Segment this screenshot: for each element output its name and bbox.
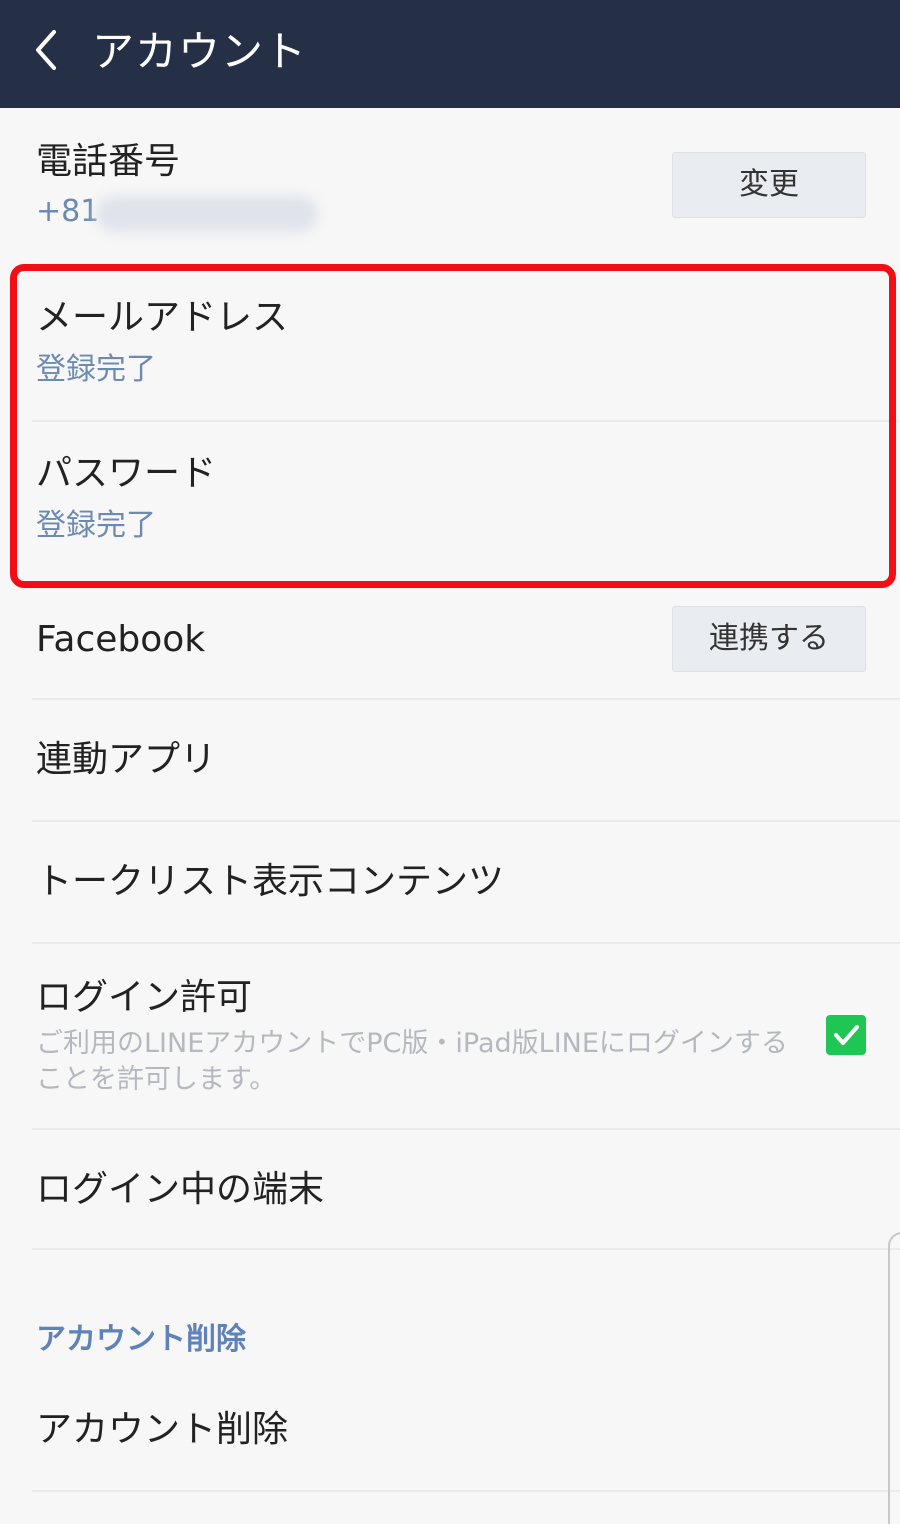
facebook-row: Facebook 連携する (0, 584, 900, 698)
email-title: メールアドレス (36, 297, 289, 338)
password-title: パスワード (36, 453, 217, 494)
app-header: アカウント (0, 0, 900, 108)
account-delete-title: アカウント削除 (36, 1409, 289, 1450)
phone-number-value: +81 (36, 194, 100, 229)
divider (32, 1248, 900, 1250)
linked-apps-row[interactable]: 連動アプリ (0, 700, 900, 820)
page-title: アカウント (92, 27, 308, 76)
email-status: 登録完了 (36, 352, 156, 387)
email-row[interactable]: メールアドレス 登録完了 (0, 264, 900, 420)
link-facebook-button[interactable]: 連携する (672, 606, 866, 672)
password-status: 登録完了 (36, 508, 156, 543)
account-delete-row[interactable]: アカウント削除 (0, 1372, 900, 1490)
logged-in-devices-title: ログイン中の端末 (36, 1169, 325, 1210)
facebook-title: Facebook (36, 619, 206, 660)
talk-list-contents-title: トークリスト表示コンテンツ (36, 861, 505, 902)
change-phone-button[interactable]: 変更 (672, 152, 866, 218)
scroll-indicator (888, 1232, 900, 1524)
back-button[interactable] (22, 22, 70, 78)
divider (32, 1490, 900, 1492)
chevron-left-icon (36, 30, 56, 70)
talk-list-contents-row[interactable]: トークリスト表示コンテンツ (0, 822, 900, 942)
logged-in-devices-row[interactable]: ログイン中の端末 (0, 1130, 900, 1248)
account-delete-section-label: アカウント削除 (36, 1322, 246, 1357)
phone-number-row: 電話番号 +81 変更 (0, 108, 900, 260)
linked-apps-title: 連動アプリ (36, 739, 217, 780)
password-row[interactable]: パスワード 登録完了 (0, 422, 900, 578)
phone-number-title: 電話番号 (36, 141, 181, 182)
login-permission-checkbox[interactable] (826, 1015, 866, 1055)
phone-number-redaction (96, 196, 318, 232)
checkmark-icon (834, 1025, 859, 1045)
login-permission-title: ログイン許可 (36, 977, 253, 1018)
login-permission-description: ご利用のLINEアカウントでPC版・iPad版LINEにログインすることを許可し… (36, 1028, 788, 1095)
